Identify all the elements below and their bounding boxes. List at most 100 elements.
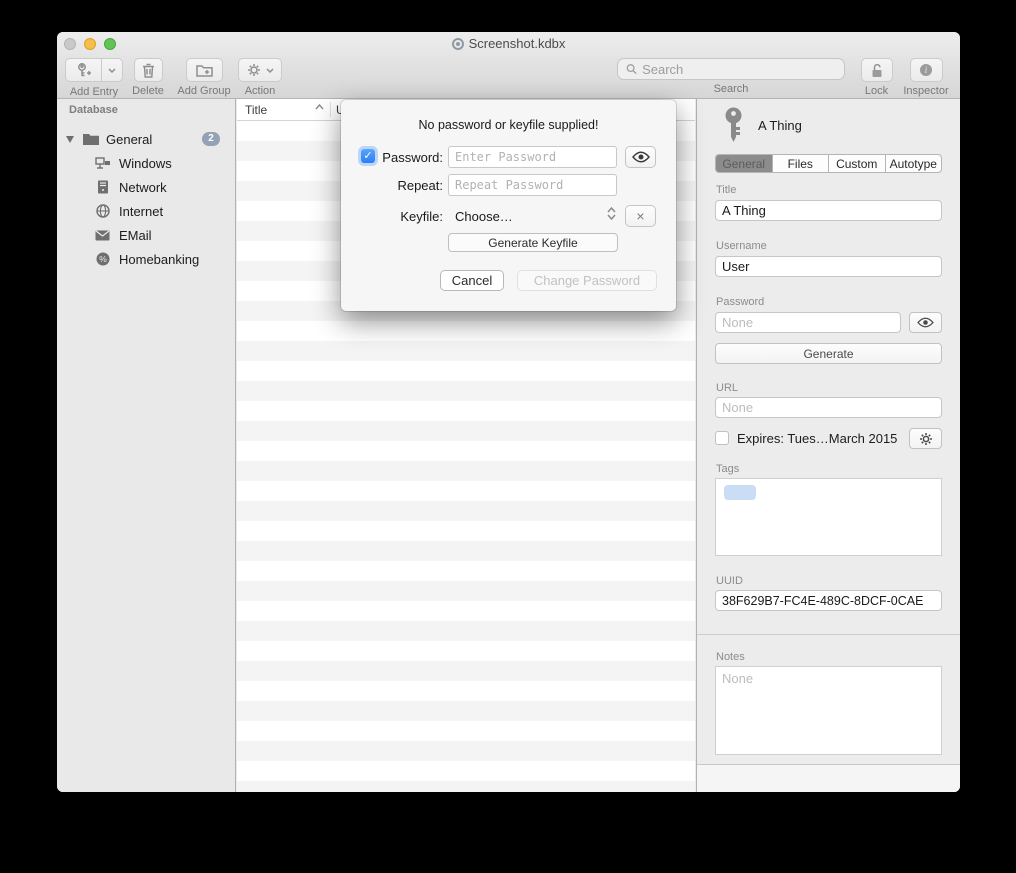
- tab-general[interactable]: General: [716, 155, 773, 172]
- password-label: Password:: [341, 150, 443, 165]
- sidebar-item-network[interactable]: Network: [57, 175, 235, 199]
- enter-password-input[interactable]: [448, 146, 617, 168]
- delete-label: Delete: [127, 85, 169, 97]
- add-group-button[interactable]: [186, 58, 223, 82]
- entry-header: A Thing: [723, 107, 802, 143]
- eye-icon: [917, 317, 934, 328]
- lock-label: Lock: [859, 85, 894, 97]
- sidebar-item-label: Homebanking: [119, 252, 199, 267]
- inspector-tabs: General Files Custom Autotype: [715, 154, 942, 173]
- document-icon: [452, 38, 464, 50]
- globe-icon: [96, 204, 110, 218]
- titlebar-toolbar: Screenshot.kdbx Add Entry: [57, 32, 960, 99]
- folder-icon: [83, 133, 99, 145]
- inspector-label: Inspector: [900, 85, 952, 97]
- expires-settings-button[interactable]: [909, 428, 942, 449]
- search-input[interactable]: [642, 62, 836, 77]
- url-field[interactable]: [715, 397, 942, 418]
- search-field[interactable]: [617, 58, 845, 80]
- reveal-password-button[interactable]: [909, 312, 942, 333]
- entry-count-badge: 2: [202, 132, 220, 146]
- keyfile-popup[interactable]: Choose…: [455, 209, 513, 224]
- lock-group: Lock: [859, 58, 894, 97]
- key-plus-icon: [75, 62, 93, 78]
- sidebar-item-label: EMail: [119, 228, 152, 243]
- add-entry-button[interactable]: [65, 58, 102, 82]
- username-field[interactable]: [715, 256, 942, 277]
- sidebar: Database General 2 Windows Network: [57, 99, 236, 792]
- sheet-message: No password or keyfile supplied!: [341, 118, 676, 132]
- sort-ascending-icon: [315, 104, 324, 110]
- tab-autotype[interactable]: Autotype: [886, 155, 942, 172]
- lock-open-icon: [870, 63, 884, 78]
- tag-token[interactable]: [724, 485, 756, 500]
- stepper-icon[interactable]: [607, 207, 616, 220]
- gear-icon: [919, 432, 933, 446]
- sidebar-item-general[interactable]: General 2: [57, 127, 235, 151]
- envelope-icon: [95, 230, 110, 241]
- add-group-group: Add Group: [173, 58, 235, 97]
- add-entry-label: Add Entry: [63, 86, 125, 98]
- svg-text:%: %: [99, 254, 107, 264]
- tab-files[interactable]: Files: [773, 155, 830, 172]
- cancel-button[interactable]: Cancel: [440, 270, 504, 291]
- entry-title: A Thing: [758, 118, 802, 133]
- close-icon: ×: [636, 208, 644, 224]
- action-group: Action: [235, 58, 285, 97]
- trash-icon: [142, 63, 155, 78]
- keyfile-label: Keyfile:: [341, 209, 443, 224]
- section-divider: [697, 634, 960, 635]
- uuid-label: UUID: [716, 575, 743, 587]
- generate-password-button[interactable]: Generate: [715, 343, 942, 364]
- url-label: URL: [716, 382, 738, 394]
- delete-group: Delete: [127, 58, 169, 97]
- server-icon: [97, 180, 109, 194]
- inspector-footer: [697, 764, 960, 792]
- sidebar-item-label: Internet: [119, 204, 163, 219]
- key-icon: [723, 107, 744, 143]
- change-password-sheet: No password or keyfile supplied! ✓ Passw…: [341, 100, 676, 311]
- delete-button[interactable]: [134, 58, 163, 82]
- sidebar-item-windows[interactable]: Windows: [57, 151, 235, 175]
- uuid-field[interactable]: [715, 590, 942, 611]
- repeat-label: Repeat:: [341, 178, 443, 193]
- tags-field[interactable]: [715, 478, 942, 556]
- tab-custom[interactable]: Custom: [829, 155, 886, 172]
- password-field[interactable]: [715, 312, 901, 333]
- tags-label: Tags: [716, 463, 739, 475]
- expires-label: Expires: Tues…March 2015: [737, 431, 897, 446]
- sidebar-item-label: Network: [119, 180, 167, 195]
- action-button[interactable]: [238, 58, 282, 82]
- chevron-down-icon: [108, 68, 116, 73]
- search-group: Search: [617, 58, 845, 95]
- sidebar-item-email[interactable]: EMail: [57, 223, 235, 247]
- notes-field[interactable]: [715, 666, 942, 755]
- search-label: Search: [617, 83, 845, 95]
- lock-button[interactable]: [861, 58, 893, 82]
- window-title: Screenshot.kdbx: [57, 36, 960, 51]
- clear-keyfile-button[interactable]: ×: [625, 205, 656, 227]
- reveal-password-button[interactable]: [625, 146, 656, 168]
- sidebar-item-homebanking[interactable]: % Homebanking: [57, 247, 235, 271]
- generate-keyfile-button[interactable]: Generate Keyfile: [448, 233, 618, 252]
- add-entry-dropdown[interactable]: [102, 58, 123, 82]
- action-label: Action: [235, 85, 285, 97]
- disclosure-triangle-icon[interactable]: [66, 136, 74, 143]
- search-icon: [626, 63, 637, 75]
- sidebar-item-internet[interactable]: Internet: [57, 199, 235, 223]
- inspector-group: i Inspector: [900, 58, 952, 97]
- column-header-title[interactable]: Title: [245, 103, 267, 117]
- folder-plus-icon: [196, 63, 213, 77]
- add-group-label: Add Group: [173, 85, 235, 97]
- password-label: Password: [716, 296, 764, 308]
- change-password-button[interactable]: Change Password: [517, 270, 657, 291]
- windows-network-icon: [95, 157, 111, 170]
- app-window: Screenshot.kdbx Add Entry: [57, 32, 960, 792]
- title-field[interactable]: [715, 200, 942, 221]
- expires-checkbox[interactable]: [715, 431, 729, 445]
- inspector-button[interactable]: i: [910, 58, 943, 82]
- column-divider[interactable]: [330, 102, 331, 117]
- percent-circle-icon: %: [96, 252, 110, 266]
- repeat-password-input[interactable]: [448, 174, 617, 196]
- sidebar-item-label: Windows: [119, 156, 172, 171]
